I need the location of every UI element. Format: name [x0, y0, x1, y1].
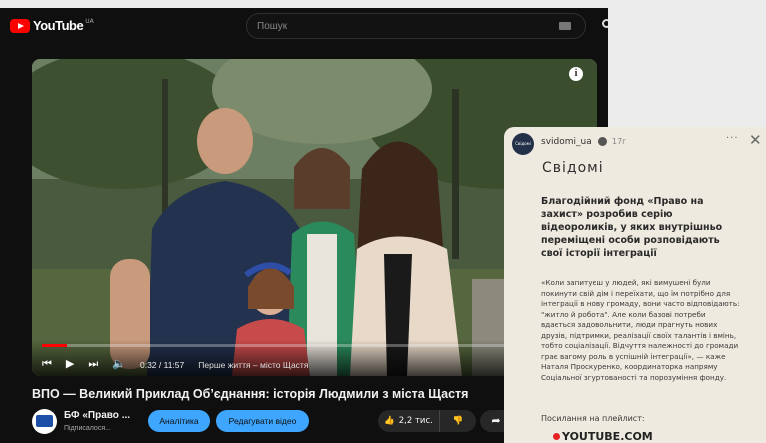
- share-icon: ➦: [491, 414, 501, 427]
- channel-avatar[interactable]: [32, 409, 57, 434]
- chapter-title[interactable]: Перше життя – місто Щастя: [198, 360, 308, 370]
- playlist-label: Посилання на плейлист:: [541, 414, 645, 423]
- more-icon[interactable]: ···: [726, 133, 739, 144]
- next-icon[interactable]: ⏭: [88, 359, 98, 370]
- channel-subscribers: Підписалося...: [64, 425, 111, 432]
- play-icon[interactable]: ▶: [66, 359, 74, 370]
- channel-logo-icon: [36, 415, 53, 427]
- story-avatar[interactable]: Свідомі: [512, 133, 534, 155]
- search-button[interactable]: [596, 13, 608, 39]
- screen: YouTube UA Пошук i ⏮ ▶ ⏭ 🔈 0:32 / 11:57 …: [0, 0, 766, 443]
- analytics-button[interactable]: Аналітика: [148, 410, 210, 432]
- keyboard-icon[interactable]: [559, 22, 571, 30]
- time-display: 0:32 / 11:57: [139, 359, 185, 370]
- video-title: ВПО — Великий Приклад Об’єднання: історі…: [32, 387, 469, 401]
- youtube-wordmark: YouTube: [33, 18, 84, 33]
- edit-video-button[interactable]: Редагувати відео: [216, 410, 309, 432]
- like-dislike-group: 👍 2,2 тис. 👎: [378, 410, 476, 432]
- region-code: UA: [85, 18, 94, 25]
- channel-name[interactable]: БФ «Право ...: [64, 410, 130, 421]
- search-placeholder: Пошук: [257, 20, 288, 32]
- playlist-link[interactable]: YOUTUBE.COM: [553, 430, 653, 443]
- volume-icon[interactable]: 🔈: [112, 359, 126, 370]
- youtube-logo[interactable]: YouTube UA: [10, 18, 94, 33]
- dislike-button[interactable]: 👎: [440, 410, 476, 432]
- verified-icon: [598, 137, 607, 146]
- story-panel: Свідомі svidomi_ua 17г ··· ✕ Свідомі Бла…: [504, 127, 766, 443]
- close-icon[interactable]: ✕: [749, 131, 762, 149]
- like-count: 2,2 тис.: [398, 416, 433, 426]
- playlist-link-text: YOUTUBE.COM: [562, 430, 653, 443]
- story-headline: Благодійний фонд «Право на захист» розро…: [541, 196, 723, 259]
- link-icon: [553, 433, 560, 440]
- youtube-play-icon: [10, 18, 30, 33]
- search-icon: [602, 19, 608, 28]
- search-input[interactable]: Пошук: [246, 13, 586, 39]
- progress-fill: [42, 344, 67, 347]
- story-age: 17г: [612, 137, 627, 146]
- thumbs-up-icon: 👍: [384, 416, 395, 426]
- story-username[interactable]: svidomi_ua: [541, 137, 592, 147]
- story-brand: Свідомі: [542, 160, 604, 176]
- previous-icon[interactable]: ⏮: [42, 359, 52, 370]
- info-icon[interactable]: i: [569, 67, 583, 81]
- story-body: «Коли запитуєш у людей, які вимушені бул…: [541, 278, 740, 382]
- thumbs-down-icon: 👎: [452, 416, 464, 426]
- like-button[interactable]: 👍 2,2 тис.: [378, 410, 440, 432]
